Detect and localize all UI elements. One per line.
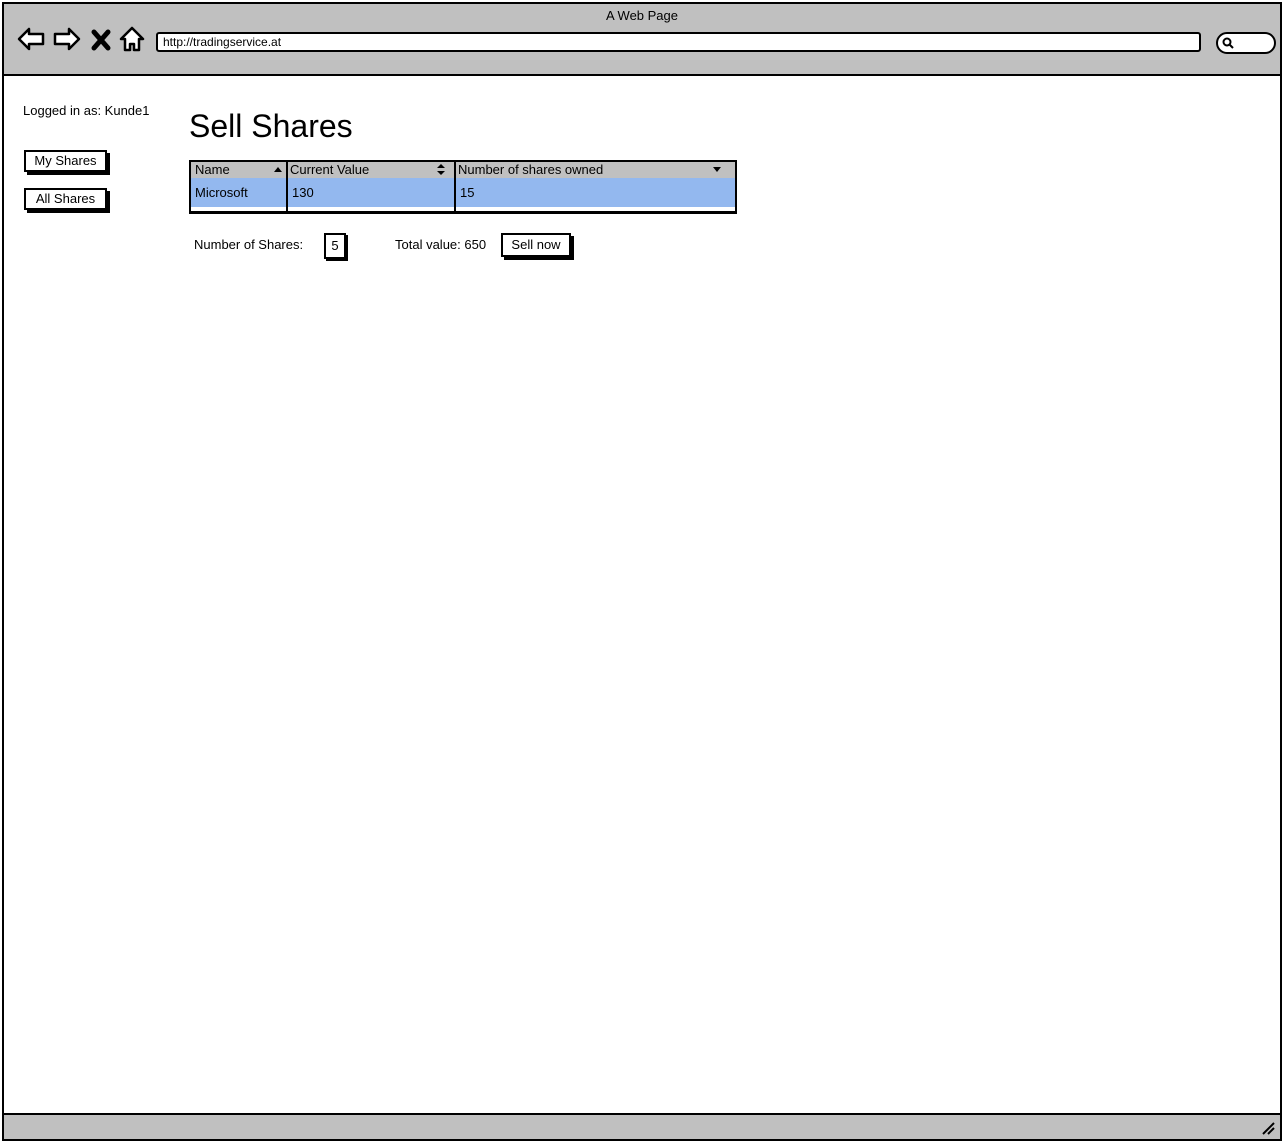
browser-toolbar: A Web Page http://tradingservice.at — [4, 4, 1280, 76]
cell-current-value: 130 — [292, 185, 314, 200]
column-header-current-value[interactable]: Current Value — [288, 162, 454, 178]
close-icon[interactable] — [90, 24, 112, 54]
home-icon[interactable] — [117, 24, 147, 54]
sort-ascending-icon — [274, 167, 282, 172]
number-of-shares-input[interactable]: 5 — [324, 233, 346, 259]
number-of-shares-label: Number of Shares: — [194, 237, 304, 252]
search-icon — [1222, 37, 1234, 49]
sort-descending-icon — [713, 167, 721, 172]
my-shares-button[interactable]: My Shares — [24, 150, 107, 172]
shares-table: Name Current Value Number of shares owne… — [189, 160, 737, 214]
page-title: Sell Shares — [189, 108, 353, 144]
url-input[interactable]: http://tradingservice.at — [156, 32, 1201, 52]
cell-name: Microsoft — [195, 185, 248, 200]
logged-in-label: Logged in as: Kunde1 — [23, 103, 150, 118]
cell-shares-owned: 15 — [460, 185, 475, 200]
status-bar — [4, 1113, 1280, 1139]
all-shares-button[interactable]: All Shares — [24, 188, 107, 210]
window-title: A Web Page — [605, 8, 679, 23]
sort-both-icon — [437, 164, 445, 175]
sell-now-button[interactable]: Sell now — [501, 233, 571, 257]
column-header-name[interactable]: Name — [191, 162, 286, 178]
forward-arrow-icon[interactable] — [52, 24, 82, 54]
resize-grip-icon[interactable] — [1260, 1120, 1276, 1136]
total-value-label: Total value: 650 — [395, 237, 487, 252]
browser-window: A Web Page http://tradingservice.at Logg… — [2, 2, 1282, 1141]
back-arrow-icon[interactable] — [16, 24, 46, 54]
browser-search-input[interactable] — [1216, 32, 1276, 54]
column-header-shares-owned[interactable]: Number of shares owned — [456, 162, 735, 178]
